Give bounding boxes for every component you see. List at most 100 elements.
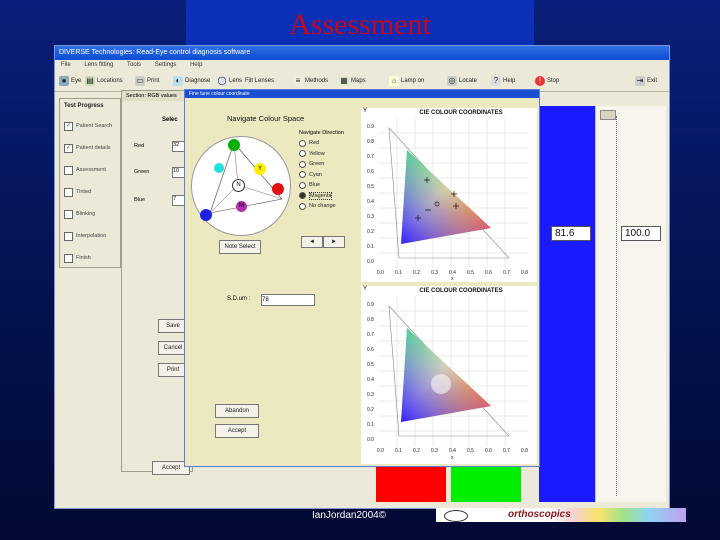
radio-button[interactable] bbox=[299, 171, 306, 179]
cie-bottom-ytick: 0.6 bbox=[367, 347, 374, 353]
left-value-display: 81.6 bbox=[551, 226, 591, 241]
radio-button[interactable] bbox=[299, 202, 306, 210]
direction-green[interactable]: Green bbox=[299, 159, 355, 170]
yellow-dot[interactable]: Y bbox=[254, 163, 266, 175]
dialog-titlebar: Fine tune colour coordinate bbox=[185, 90, 539, 98]
toolbar-stop-button[interactable]: ! Stop bbox=[535, 73, 559, 89]
progress-item-blinking[interactable]: Blinking bbox=[64, 203, 116, 225]
arrow-right-button[interactable]: ► bbox=[323, 236, 345, 248]
accept-dialog-button[interactable]: Accept bbox=[215, 424, 259, 438]
print-icon: ▭ bbox=[135, 76, 145, 86]
toolbar-exit-button[interactable]: ⇥ Exit bbox=[635, 73, 657, 89]
direction-yellow[interactable]: Yellow bbox=[299, 149, 355, 160]
menu-file[interactable]: File bbox=[61, 62, 71, 68]
toolbar-filt-lenses-button[interactable]: Filt Lenses bbox=[245, 73, 274, 89]
arrow-left-button[interactable]: ◄ bbox=[301, 236, 323, 248]
radio-button[interactable] bbox=[299, 181, 306, 189]
cie-chart-top: Y CIE COLOUR COORDINATES 0.9 0.8 0.7 0.6… bbox=[361, 108, 537, 282]
toolbar-lens-button[interactable]: ◯ Lens bbox=[217, 73, 242, 89]
menu-bar: File Lens fitting Tools Settings Help bbox=[55, 60, 669, 71]
checkbox[interactable] bbox=[64, 253, 73, 263]
toolbar-locations-button[interactable]: ▤ Locations bbox=[85, 73, 123, 89]
maps-icon: ▦ bbox=[339, 76, 349, 86]
navigate-direction-heading: Navigate Direction bbox=[299, 130, 344, 136]
cie-bottom-ytick: 0.0 bbox=[367, 437, 374, 443]
direction-magenta[interactable]: Magenta bbox=[299, 191, 355, 202]
progress-item-finish[interactable]: Finish bbox=[64, 247, 116, 269]
cie-top-xtick: 0.5 bbox=[467, 270, 474, 276]
toolbar-eye-button[interactable]: ● Eye bbox=[59, 73, 81, 89]
checkbox[interactable]: ✓ bbox=[64, 121, 73, 131]
progress-item-tinted[interactable]: Tinted bbox=[64, 181, 116, 203]
green-colour-bar bbox=[451, 466, 521, 502]
cie-top-ytick: 0.7 bbox=[367, 154, 374, 160]
cie-top-plot bbox=[379, 118, 529, 268]
test-progress-heading: Test Progress bbox=[64, 103, 104, 109]
progress-item-patient-details[interactable]: ✓ Patient details bbox=[64, 137, 116, 159]
progress-item-interpolation[interactable]: Interpolation bbox=[64, 225, 116, 247]
sd-input[interactable]: 78 bbox=[261, 294, 315, 306]
lamp-icon: ☼ bbox=[389, 76, 399, 86]
select-label: Selec bbox=[162, 117, 178, 123]
neutral-dot[interactable]: N bbox=[232, 179, 245, 192]
radio-button[interactable] bbox=[299, 150, 306, 158]
progress-item-assessment[interactable]: Assessment bbox=[64, 159, 116, 181]
blue-dot[interactable] bbox=[200, 209, 212, 221]
toolbar-diagnose-button[interactable]: ◐ Diagnose bbox=[173, 73, 210, 89]
cie-bottom-ytick: 0.2 bbox=[367, 407, 374, 413]
abandon-button[interactable]: Abandon bbox=[215, 404, 259, 418]
toolbar-methods-button[interactable]: ≡ Methods bbox=[293, 73, 328, 89]
checkbox[interactable] bbox=[64, 231, 73, 241]
direction-cyan[interactable]: Cyan bbox=[299, 170, 355, 181]
cie-bottom-ytick: 0.4 bbox=[367, 377, 374, 383]
cyan-dot[interactable] bbox=[214, 163, 224, 173]
red-dot[interactable] bbox=[272, 183, 284, 195]
toolbar-print-button[interactable]: ▭ Print bbox=[135, 73, 159, 89]
magenta-dot[interactable]: M bbox=[236, 201, 247, 212]
cie-top-ytick: 0.9 bbox=[367, 124, 374, 130]
slide-title: Assessment bbox=[289, 8, 431, 41]
colour-select-panel: Section: RGB values Selec Red 32 Green 1… bbox=[121, 90, 193, 475]
radio-button-selected[interactable] bbox=[299, 192, 306, 200]
eye-icon: ● bbox=[59, 76, 69, 86]
radio-button[interactable] bbox=[299, 160, 306, 168]
cie-bottom-xtick: 0.1 bbox=[395, 448, 402, 454]
cie-bottom-xtick: 0.0 bbox=[377, 448, 384, 454]
cie-top-xtick: 0.8 bbox=[521, 270, 528, 276]
navigate-colour-space-title: Navigate Colour Space bbox=[227, 114, 305, 123]
toolbar-help-button[interactable]: ? Help bbox=[491, 73, 515, 89]
checkbox[interactable]: ✓ bbox=[64, 143, 73, 153]
direction-blue[interactable]: Blue bbox=[299, 180, 355, 191]
checkbox[interactable] bbox=[64, 209, 73, 219]
menu-settings[interactable]: Settings bbox=[155, 62, 177, 68]
cie-top-xlabel: x bbox=[451, 276, 454, 282]
cie-bottom-ytick: 0.9 bbox=[367, 302, 374, 308]
right-value-display: 100.0 bbox=[621, 226, 661, 241]
checkbox[interactable] bbox=[64, 187, 73, 197]
direction-red[interactable]: Red bbox=[299, 138, 355, 149]
cie-top-xtick: 0.7 bbox=[503, 270, 510, 276]
colour-wheel[interactable]: Y N M bbox=[191, 136, 291, 236]
cie-top-ytick: 0.2 bbox=[367, 229, 374, 235]
toolbar-lamp-on-button[interactable]: ☼ Lamp on bbox=[389, 73, 424, 89]
green-label: Green bbox=[134, 169, 150, 175]
scale-slider-thumb[interactable] bbox=[600, 110, 616, 120]
lens-icon: ◯ bbox=[217, 76, 227, 86]
menu-help[interactable]: Help bbox=[190, 62, 202, 68]
cie-top-ylabel: Y bbox=[363, 108, 368, 114]
toolbar-maps-button[interactable]: ▦ Maps bbox=[339, 73, 366, 89]
note-select-button[interactable]: Note Select bbox=[219, 240, 261, 254]
green-dot[interactable] bbox=[228, 139, 240, 151]
methods-icon: ≡ bbox=[293, 76, 303, 86]
progress-item-patient-search[interactable]: ✓ Patient Search bbox=[64, 115, 116, 137]
cie-top-title: CIE COLOUR COORDINATES bbox=[419, 110, 503, 116]
menu-lens-fitting[interactable]: Lens fitting bbox=[84, 62, 113, 68]
cie-top-xtick: 0.2 bbox=[413, 270, 420, 276]
toolbar-locate-button[interactable]: ◎ Locate bbox=[447, 73, 477, 89]
direction-no-change[interactable]: No change bbox=[299, 201, 355, 212]
menu-tools[interactable]: Tools bbox=[127, 62, 141, 68]
help-icon: ? bbox=[491, 76, 501, 86]
checkbox[interactable] bbox=[64, 165, 73, 175]
footer-credit: IanJordan2004© bbox=[312, 510, 387, 521]
radio-button[interactable] bbox=[299, 139, 306, 147]
